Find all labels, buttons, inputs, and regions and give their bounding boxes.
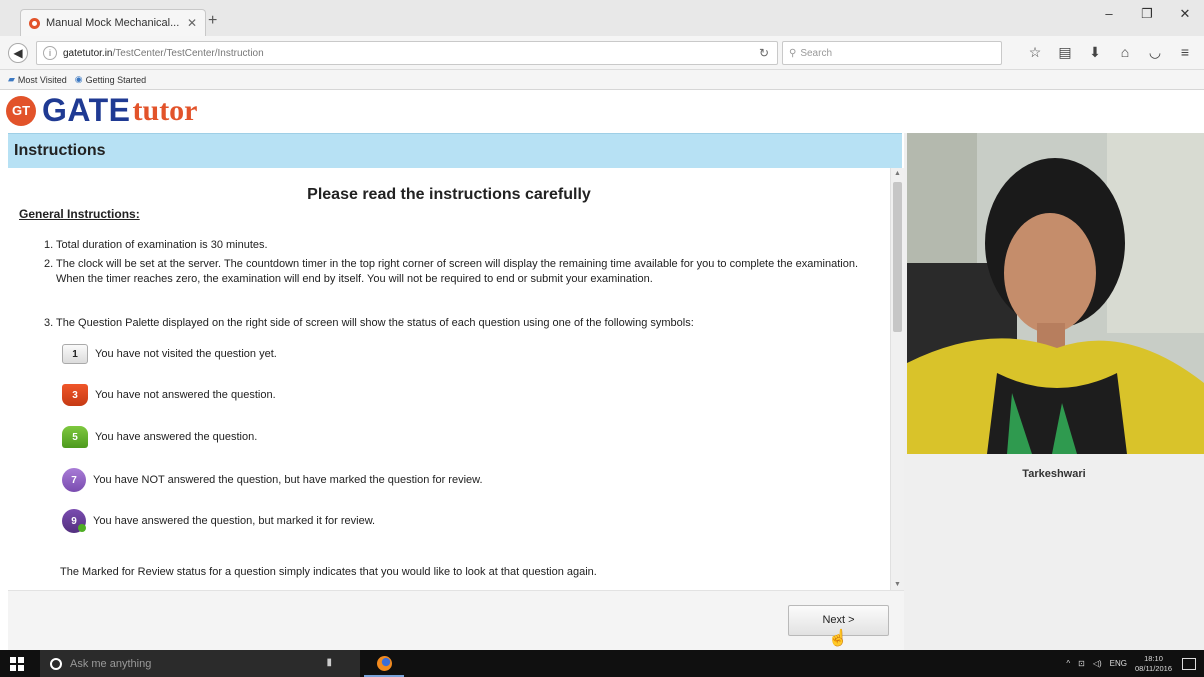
legend-answered: 5 You have answered the question. (62, 426, 257, 448)
firefox-icon (376, 656, 392, 671)
content-scrollbar[interactable]: ▲ ▼ (890, 168, 904, 590)
logo-gate-text: GATE (42, 92, 131, 128)
url-bar[interactable]: i gatetutor.in /TestCenter/TestCenter/In… (36, 41, 778, 65)
bookmark-star-icon[interactable]: ☆ (1020, 44, 1050, 61)
instructions-heading: Please read the instructions carefully (307, 186, 591, 203)
legend-not-visited: 1 You have not visited the question yet. (62, 344, 277, 364)
cortana-search-input[interactable]: Ask me anything ▮ (40, 650, 360, 677)
not-visited-symbol-icon: 1 (62, 344, 88, 364)
bookmark-most-visited[interactable]: ▰ Most Visited (8, 74, 67, 85)
candidate-panel: Tarkeshwari (904, 133, 1204, 650)
notifications-icon[interactable] (1182, 657, 1196, 670)
browser-tab[interactable]: Manual Mock Mechanical... ✕ (20, 9, 206, 36)
hand-cursor-icon: ☝ (828, 630, 848, 647)
firefox-taskbar-button[interactable] (364, 652, 404, 677)
answered-symbol-icon: 5 (62, 426, 88, 448)
reading-list-icon[interactable]: ▤ (1050, 44, 1080, 61)
not-answered-symbol-icon: 3 (62, 384, 88, 406)
bookmark-getting-started[interactable]: ◉ Getting Started (75, 74, 146, 85)
toolbar-icons: ☆ ▤ ⬇ ⌂ ◡ ≡ (1020, 44, 1200, 61)
microphone-icon[interactable]: ▮ (326, 657, 332, 668)
logo-badge: GT (6, 95, 36, 126)
search-icon: ⚲ (789, 47, 797, 59)
legend-not-answered: 3 You have not answered the question. (62, 384, 276, 406)
scrollbar-thumb[interactable] (893, 182, 902, 332)
tray-chevron-icon[interactable]: ^ (1066, 659, 1070, 668)
search-placeholder: Search (800, 47, 833, 59)
page-header: GT GATE tutor (0, 90, 1204, 133)
review-note: The Marked for Review status for a quest… (60, 566, 597, 578)
network-icon[interactable]: ⊡ (1078, 659, 1085, 668)
taskbar-clock[interactable]: 18:10 08/11/2016 (1135, 654, 1172, 674)
browser-search-input[interactable]: ⚲ Search (782, 41, 1002, 65)
new-tab-icon[interactable]: + (208, 12, 217, 30)
site-info-icon[interactable]: i (43, 46, 57, 60)
system-tray: ^ ⊡ ◁) ENG 18:10 08/11/2016 (1066, 650, 1204, 677)
windows-start-icon[interactable] (10, 657, 24, 671)
volume-icon[interactable]: ◁) (1093, 659, 1102, 668)
close-window-icon[interactable]: ✕ (1166, 6, 1204, 22)
windows-taskbar: Ask me anything ▮ ^ ⊡ ◁) ENG 18:10 08/11… (0, 650, 1204, 677)
scroll-down-icon[interactable]: ▼ (894, 581, 901, 588)
site-favicon-icon (29, 17, 40, 29)
scroll-up-icon[interactable]: ▲ (894, 170, 901, 177)
home-icon[interactable]: ⌂ (1110, 44, 1140, 61)
instructions-footer: Next > (8, 590, 904, 650)
instruction-item: 3. The Question Palette displayed on the… (44, 317, 694, 329)
cortana-icon (50, 657, 62, 670)
general-instructions-title: General Instructions: (19, 207, 140, 221)
firefox-icon: ◉ (74, 74, 83, 84)
close-tab-icon[interactable]: ✕ (187, 16, 197, 30)
legend-answered-marked: 9 You have answered the question, but ma… (62, 509, 375, 533)
language-indicator[interactable]: ENG (1110, 659, 1127, 668)
download-icon[interactable]: ⬇ (1080, 44, 1110, 61)
minimize-icon[interactable]: – (1090, 6, 1128, 22)
reload-icon[interactable]: ↻ (759, 46, 769, 60)
browser-tabstrip: Manual Mock Mechanical... ✕ + – ❐ ✕ (0, 0, 1204, 36)
back-arrow-icon[interactable]: ◀ (8, 43, 28, 63)
candidate-photo-illustration (907, 133, 1204, 454)
instruction-item: 2. The clock will be set at the server. … (44, 258, 859, 285)
bookmarks-toolbar: ▰ Most Visited ◉ Getting Started (0, 70, 1204, 90)
answered-marked-symbol-icon: 9 (62, 509, 86, 533)
logo-tutor-text: tutor (132, 93, 198, 127)
tab-title: Manual Mock Mechanical... (46, 17, 180, 29)
url-path: /TestCenter/TestCenter/Instruction (112, 47, 264, 59)
instructions-title: Instructions (14, 142, 106, 159)
instructions-content[interactable]: Please read the instructions carefully G… (8, 168, 890, 590)
restore-icon[interactable]: ❐ (1128, 6, 1166, 22)
instructions-bar: Instructions (8, 133, 902, 168)
window-controls: – ❐ ✕ (1090, 6, 1204, 22)
folder-icon: ▰ (8, 74, 15, 84)
instruction-item: 1. Total duration of examination is 30 m… (44, 239, 268, 251)
browser-navbar: ◀ i gatetutor.in /TestCenter/TestCenter/… (0, 36, 1204, 70)
url-host: gatetutor.in (63, 47, 113, 59)
marked-review-symbol-icon: 7 (62, 468, 86, 492)
candidate-name: Tarkeshwari (1022, 468, 1086, 480)
legend-marked-review: 7 You have NOT answered the question, bu… (62, 468, 483, 492)
pocket-icon[interactable]: ◡ (1140, 44, 1170, 61)
gatetutor-logo: GT GATE tutor (6, 92, 198, 129)
candidate-photo (907, 133, 1204, 454)
menu-icon[interactable]: ≡ (1170, 44, 1200, 61)
